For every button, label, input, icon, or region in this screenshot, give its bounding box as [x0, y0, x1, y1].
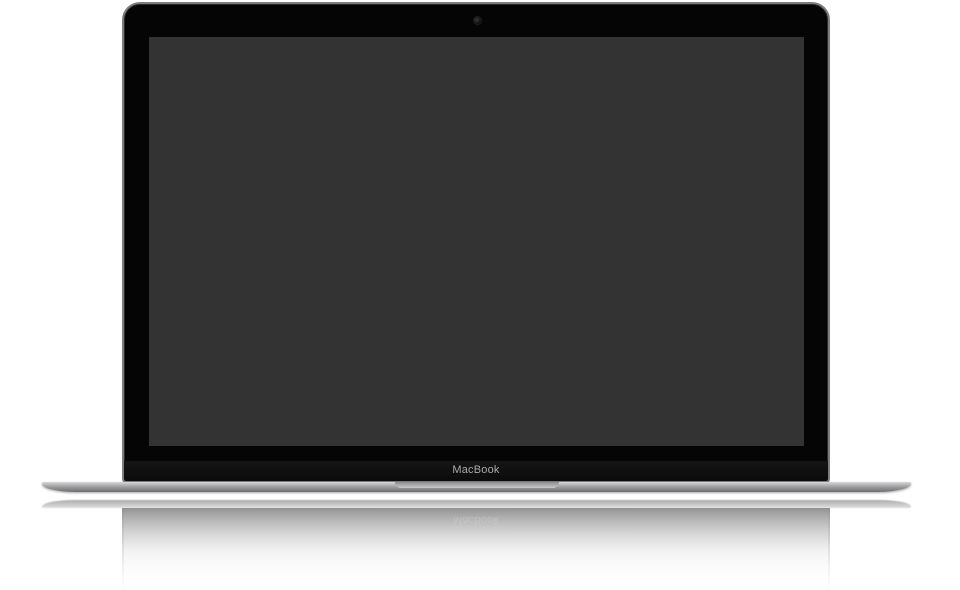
brand-label: MacBook	[452, 464, 500, 476]
reflection-fade	[0, 492, 960, 590]
laptop-base	[42, 482, 911, 492]
camera-icon	[473, 16, 482, 25]
laptop-lid: MacBook	[122, 2, 830, 483]
opening-notch	[395, 482, 559, 488]
laptop-reflection: MacBook	[0, 492, 960, 590]
laptop-screen	[149, 37, 804, 446]
bezel-chin: MacBook	[124, 461, 828, 481]
